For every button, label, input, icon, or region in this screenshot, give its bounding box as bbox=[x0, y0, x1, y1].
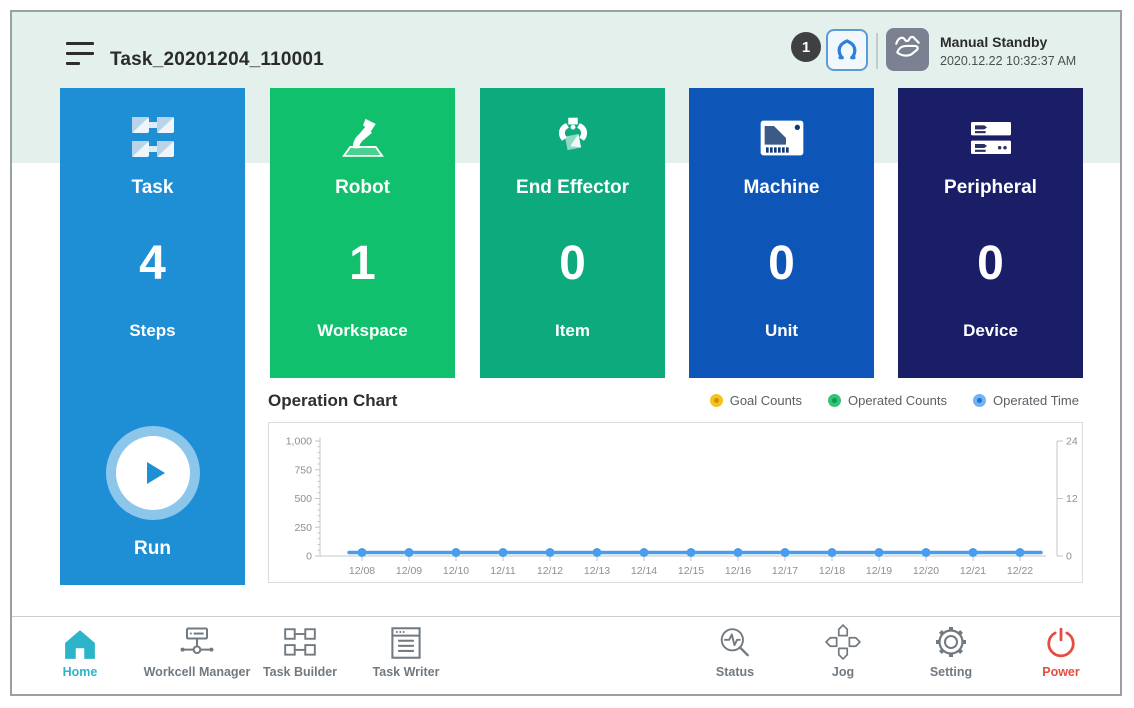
card-value: 0 bbox=[898, 236, 1083, 291]
svg-text:0: 0 bbox=[1066, 551, 1072, 563]
gripper-toolbar-button[interactable] bbox=[826, 29, 868, 71]
robot-mode-indicator[interactable] bbox=[886, 28, 929, 71]
setting-icon bbox=[933, 622, 969, 660]
svg-text:1,000: 1,000 bbox=[286, 436, 312, 448]
task-builder-icon bbox=[282, 622, 318, 660]
svg-text:12/09: 12/09 bbox=[396, 565, 422, 577]
svg-text:12: 12 bbox=[1066, 493, 1078, 505]
task-icon bbox=[60, 110, 245, 166]
goal-counts-dot-icon bbox=[710, 394, 723, 407]
card-value: 1 bbox=[270, 236, 455, 291]
svg-text:12/18: 12/18 bbox=[819, 565, 845, 577]
run-label: Run bbox=[60, 538, 245, 560]
nav-setting[interactable]: Setting bbox=[901, 622, 1001, 690]
svg-text:24: 24 bbox=[1066, 436, 1078, 448]
svg-text:12/13: 12/13 bbox=[584, 565, 610, 577]
robot-arm-icon bbox=[270, 110, 455, 166]
legend-operated-counts: Operated Counts bbox=[828, 393, 947, 408]
legend-goal-counts: Goal Counts bbox=[710, 393, 802, 408]
datetime-label: 2020.12.22 10:32:37 AM bbox=[940, 54, 1076, 68]
card-end-effector[interactable]: End Effector 0 Item bbox=[480, 88, 665, 378]
card-robot[interactable]: Robot 1 Workspace bbox=[270, 88, 455, 378]
play-icon bbox=[116, 436, 190, 510]
operation-chart: 1,000 750 500 250 0 24 12 0 12/08 12/09 12/10 12/11… bbox=[268, 422, 1083, 583]
nav-separator bbox=[12, 616, 1120, 617]
svg-text:12/20: 12/20 bbox=[913, 565, 939, 577]
svg-text:12/19: 12/19 bbox=[866, 565, 892, 577]
card-unit: Item bbox=[480, 321, 665, 341]
nav-power[interactable]: Power bbox=[1016, 622, 1106, 690]
operated-time-dot-icon bbox=[973, 394, 986, 407]
svg-text:12/11: 12/11 bbox=[490, 565, 516, 577]
svg-text:12/21: 12/21 bbox=[960, 565, 986, 577]
card-title: Task bbox=[60, 177, 245, 199]
status-icon bbox=[718, 622, 752, 660]
chart-legend: Goal Counts Operated Counts Operated Tim… bbox=[710, 393, 1079, 408]
manual-hand-icon bbox=[893, 32, 923, 67]
operation-chart-title: Operation Chart bbox=[268, 391, 397, 411]
callout-badge: 1 bbox=[791, 32, 821, 62]
card-task[interactable]: Task 4 Steps Run bbox=[60, 88, 245, 585]
legend-operated-time: Operated Time bbox=[973, 393, 1079, 408]
run-button[interactable] bbox=[106, 426, 200, 520]
nav-task-writer[interactable]: Task Writer bbox=[346, 622, 466, 690]
card-value: 4 bbox=[60, 236, 245, 291]
svg-text:12/10: 12/10 bbox=[443, 565, 469, 577]
workcell-manager-icon bbox=[177, 622, 217, 660]
power-icon bbox=[1044, 622, 1078, 660]
nav-home[interactable]: Home bbox=[40, 622, 120, 690]
card-unit: Device bbox=[898, 321, 1083, 341]
svg-text:0: 0 bbox=[306, 551, 312, 563]
card-value: 0 bbox=[689, 236, 874, 291]
jog-icon bbox=[825, 622, 861, 660]
svg-text:12/12: 12/12 bbox=[537, 565, 563, 577]
svg-text:12/08: 12/08 bbox=[349, 565, 375, 577]
menu-button[interactable] bbox=[66, 38, 96, 68]
card-title: Peripheral bbox=[898, 177, 1083, 199]
svg-text:250: 250 bbox=[294, 522, 312, 534]
card-title: End Effector bbox=[480, 177, 665, 199]
svg-text:750: 750 bbox=[294, 464, 312, 476]
card-peripheral[interactable]: Peripheral 0 Device bbox=[898, 88, 1083, 378]
header-divider bbox=[876, 33, 878, 69]
svg-text:12/16: 12/16 bbox=[725, 565, 751, 577]
card-unit: Unit bbox=[689, 321, 874, 341]
card-title: Robot bbox=[270, 177, 455, 199]
peripheral-icon bbox=[898, 110, 1083, 166]
mode-label: Manual Standby bbox=[940, 34, 1047, 50]
gripper-icon bbox=[834, 36, 860, 65]
operated-counts-dot-icon bbox=[828, 394, 841, 407]
svg-text:12/22: 12/22 bbox=[1007, 565, 1033, 577]
screen: Task_20201204_110001 1 bbox=[0, 0, 1134, 708]
app-window: Task_20201204_110001 1 bbox=[10, 10, 1122, 696]
card-machine[interactable]: Machine 0 Unit bbox=[689, 88, 874, 378]
nav-status[interactable]: Status bbox=[685, 622, 785, 690]
end-effector-icon bbox=[480, 110, 665, 166]
card-title: Machine bbox=[689, 177, 874, 199]
svg-text:12/17: 12/17 bbox=[772, 565, 798, 577]
svg-text:500: 500 bbox=[294, 493, 312, 505]
card-value: 0 bbox=[480, 236, 665, 291]
home-icon bbox=[63, 622, 97, 660]
card-unit: Workspace bbox=[270, 321, 455, 341]
card-unit: Steps bbox=[60, 321, 245, 341]
svg-text:12/14: 12/14 bbox=[631, 565, 657, 577]
hamburger-icon bbox=[66, 42, 94, 45]
chart-plot: 1,000 750 500 250 0 24 12 0 12/08 12/09 12/10 12/11… bbox=[269, 423, 1082, 582]
svg-text:12/15: 12/15 bbox=[678, 565, 704, 577]
task-title: Task_20201204_110001 bbox=[110, 49, 324, 71]
task-writer-icon bbox=[389, 622, 423, 660]
machine-icon bbox=[689, 110, 874, 166]
nav-jog[interactable]: Jog bbox=[798, 622, 888, 690]
